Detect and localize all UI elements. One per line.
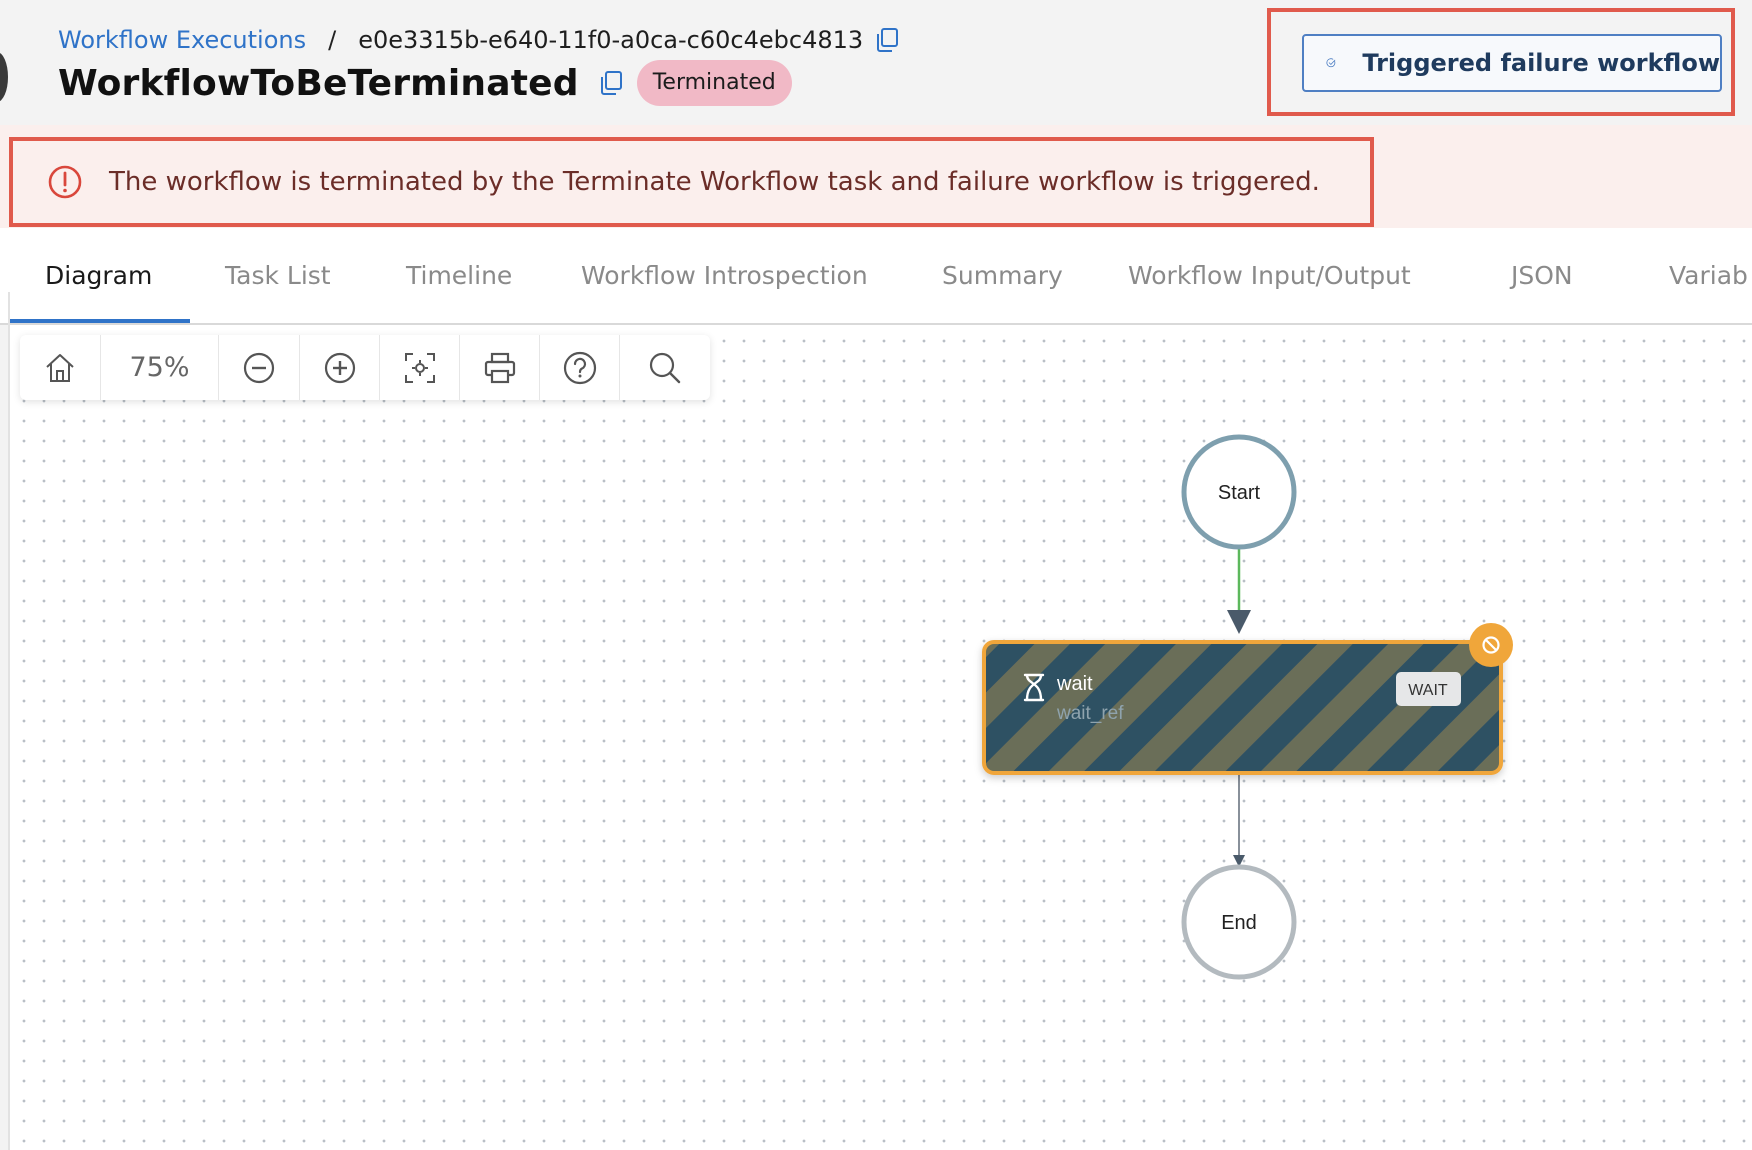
copy-id-icon[interactable] (873, 26, 901, 54)
tab-bar: Diagram Task List Timeline Workflow Intr… (0, 228, 1752, 325)
tab-task-list[interactable]: Task List (225, 228, 331, 323)
triggered-failure-workflow-label: Triggered failure workflow (1362, 49, 1720, 77)
edge-arrow-start-to-wait (1227, 610, 1251, 634)
end-node[interactable]: End (1181, 864, 1297, 980)
tab-summary[interactable]: Summary (942, 228, 1063, 323)
title-row: WorkflowToBeTerminated Terminated (58, 60, 792, 106)
check-circle-icon (1326, 58, 1336, 68)
terminated-alert: The workflow is terminated by the Termin… (9, 137, 1374, 227)
page-title: WorkflowToBeTerminated (58, 62, 579, 104)
left-divider (8, 292, 10, 1150)
tab-variables[interactable]: Variab (1669, 228, 1748, 323)
active-tab-indicator (10, 319, 190, 323)
task-reference: wait_ref (1056, 703, 1124, 724)
breadcrumb-workflow-executions-link[interactable]: Workflow Executions (58, 26, 306, 54)
copy-title-icon[interactable] (597, 69, 625, 97)
task-name: wait (1056, 673, 1093, 695)
breadcrumb: Workflow Executions / e0e3315b-e640-11f0… (58, 24, 901, 56)
tab-workflow-introspection[interactable]: Workflow Introspection (581, 228, 868, 323)
start-node-label: Start (1218, 482, 1261, 504)
tab-timeline[interactable]: Timeline (406, 228, 512, 323)
diagram-canvas[interactable]: 75% Start wait wait_ref WAIT End (10, 325, 1752, 1150)
task-node-wait[interactable]: wait wait_ref WAIT (982, 623, 1513, 775)
left-edge-control (0, 52, 8, 102)
breadcrumb-separator: / (328, 26, 337, 54)
end-node-label: End (1221, 912, 1257, 934)
tab-workflow-input-output[interactable]: Workflow Input/Output (1128, 228, 1411, 323)
alert-message: The workflow is terminated by the Termin… (109, 167, 1320, 197)
cancelled-icon (1469, 623, 1513, 667)
status-badge: Terminated (636, 60, 792, 106)
app-window: Workflow Executions / e0e3315b-e640-11f0… (0, 0, 1752, 1150)
tab-json[interactable]: JSON (1511, 228, 1573, 323)
alert-icon (48, 165, 82, 199)
tab-diagram[interactable]: Diagram (45, 228, 152, 323)
start-node[interactable]: Start (1181, 434, 1297, 550)
task-type-label: WAIT (1408, 682, 1448, 699)
workflow-graph: Start wait wait_ref WAIT End (982, 434, 1513, 980)
triggered-failure-workflow-button[interactable]: Triggered failure workflow (1302, 34, 1722, 92)
execution-id: e0e3315b-e640-11f0-a0ca-c60c4ebc4813 (358, 26, 864, 54)
